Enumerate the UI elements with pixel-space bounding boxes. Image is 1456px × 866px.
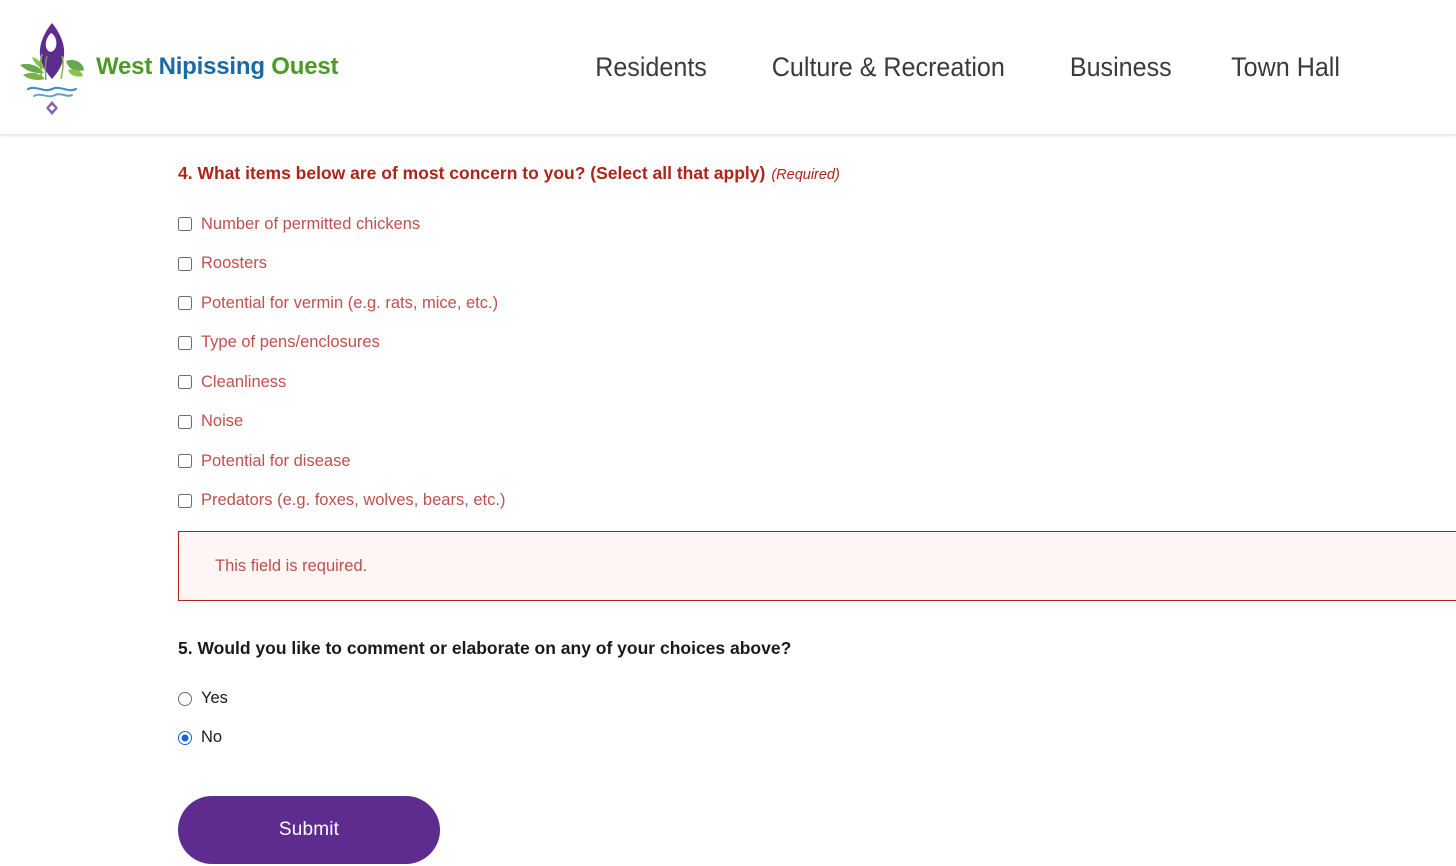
checkbox-type-of-pens-enclosures[interactable] bbox=[178, 335, 192, 350]
checkbox-number-of-permitted-chickens[interactable] bbox=[178, 217, 192, 232]
radio-label[interactable]: No bbox=[201, 728, 222, 747]
main-navigation: Residents Culture & Recreation Business … bbox=[565, 0, 1370, 135]
question-5-block: 5. Would you like to comment or elaborat… bbox=[178, 638, 1456, 757]
logo-word-nipissing: Nipissing bbox=[158, 53, 265, 80]
question-4-heading: 4. What items below are of most concern … bbox=[178, 163, 1456, 184]
site-logo-wordmark: West Nipissing Ouest bbox=[96, 53, 338, 81]
checkbox-label[interactable]: Roosters bbox=[201, 254, 267, 273]
checkbox-option-row[interactable]: Type of pens/enclosures bbox=[178, 323, 1456, 363]
site-logo-link[interactable]: West Nipissing Ouest bbox=[12, 17, 338, 117]
checkbox-option-row[interactable]: Noise bbox=[178, 402, 1456, 442]
checkbox-option-row[interactable]: Predators (e.g. foxes, wolves, bears, et… bbox=[178, 481, 1456, 521]
checkbox-label[interactable]: Type of pens/enclosures bbox=[201, 333, 380, 352]
checkbox-potential-for-disease[interactable] bbox=[178, 454, 192, 469]
west-nipissing-fleur-de-lis-logo bbox=[12, 17, 92, 117]
checkbox-label[interactable]: Predators (e.g. foxes, wolves, bears, et… bbox=[201, 491, 505, 510]
checkbox-noise[interactable] bbox=[178, 414, 192, 429]
question-4-block: 4. What items below are of most concern … bbox=[178, 163, 1456, 602]
checkbox-option-row[interactable]: Potential for disease bbox=[178, 441, 1456, 481]
checkbox-label[interactable]: Number of permitted chickens bbox=[201, 215, 420, 234]
question-5-radio-group: Yes No bbox=[178, 679, 1456, 757]
checkbox-potential-for-vermin[interactable] bbox=[178, 296, 192, 311]
question-4-validation-error: This field is required. bbox=[178, 531, 1456, 602]
submit-button[interactable]: Submit bbox=[178, 796, 440, 865]
radio-yes[interactable] bbox=[178, 691, 192, 706]
checkbox-label[interactable]: Potential for vermin (e.g. rats, mice, e… bbox=[201, 294, 498, 313]
nav-item-business[interactable]: Business bbox=[1045, 48, 1195, 87]
question-4-required-tag: (Required) bbox=[771, 167, 840, 183]
nav-item-residents[interactable]: Residents bbox=[571, 48, 731, 87]
question-4-heading-text: 4. What items below are of most concern … bbox=[178, 163, 766, 183]
checkbox-option-row[interactable]: Number of permitted chickens bbox=[178, 204, 1456, 244]
radio-no[interactable] bbox=[178, 730, 192, 745]
validation-error-text: This field is required. bbox=[215, 556, 368, 575]
logo-word-west: West bbox=[96, 53, 159, 80]
checkbox-predators[interactable] bbox=[178, 493, 192, 508]
site-header: West Nipissing Ouest Residents Culture &… bbox=[0, 0, 1456, 135]
checkbox-cleanliness[interactable] bbox=[178, 375, 192, 390]
radio-label[interactable]: Yes bbox=[201, 689, 228, 708]
survey-form: 4. What items below are of most concern … bbox=[0, 135, 1456, 865]
checkbox-label[interactable]: Cleanliness bbox=[201, 373, 286, 392]
submit-button-wrapper: Submit bbox=[178, 796, 1456, 865]
nav-item-culture-recreation[interactable]: Culture & Recreation bbox=[748, 48, 1029, 87]
checkbox-label[interactable]: Potential for disease bbox=[201, 452, 351, 471]
radio-option-row[interactable]: No bbox=[178, 718, 1456, 757]
checkbox-label[interactable]: Noise bbox=[201, 412, 243, 431]
nav-item-town-hall[interactable]: Town Hall bbox=[1207, 48, 1364, 87]
checkbox-option-row[interactable]: Roosters bbox=[178, 244, 1456, 284]
question-4-checkbox-group: Number of permitted chickens Roosters Po… bbox=[178, 204, 1456, 520]
checkbox-roosters[interactable] bbox=[178, 256, 192, 271]
radio-option-row[interactable]: Yes bbox=[178, 679, 1456, 718]
logo-word-ouest: Ouest bbox=[264, 53, 339, 80]
question-5-heading: 5. Would you like to comment or elaborat… bbox=[178, 638, 792, 659]
checkbox-option-row[interactable]: Potential for vermin (e.g. rats, mice, e… bbox=[178, 283, 1456, 323]
checkbox-option-row[interactable]: Cleanliness bbox=[178, 362, 1456, 402]
